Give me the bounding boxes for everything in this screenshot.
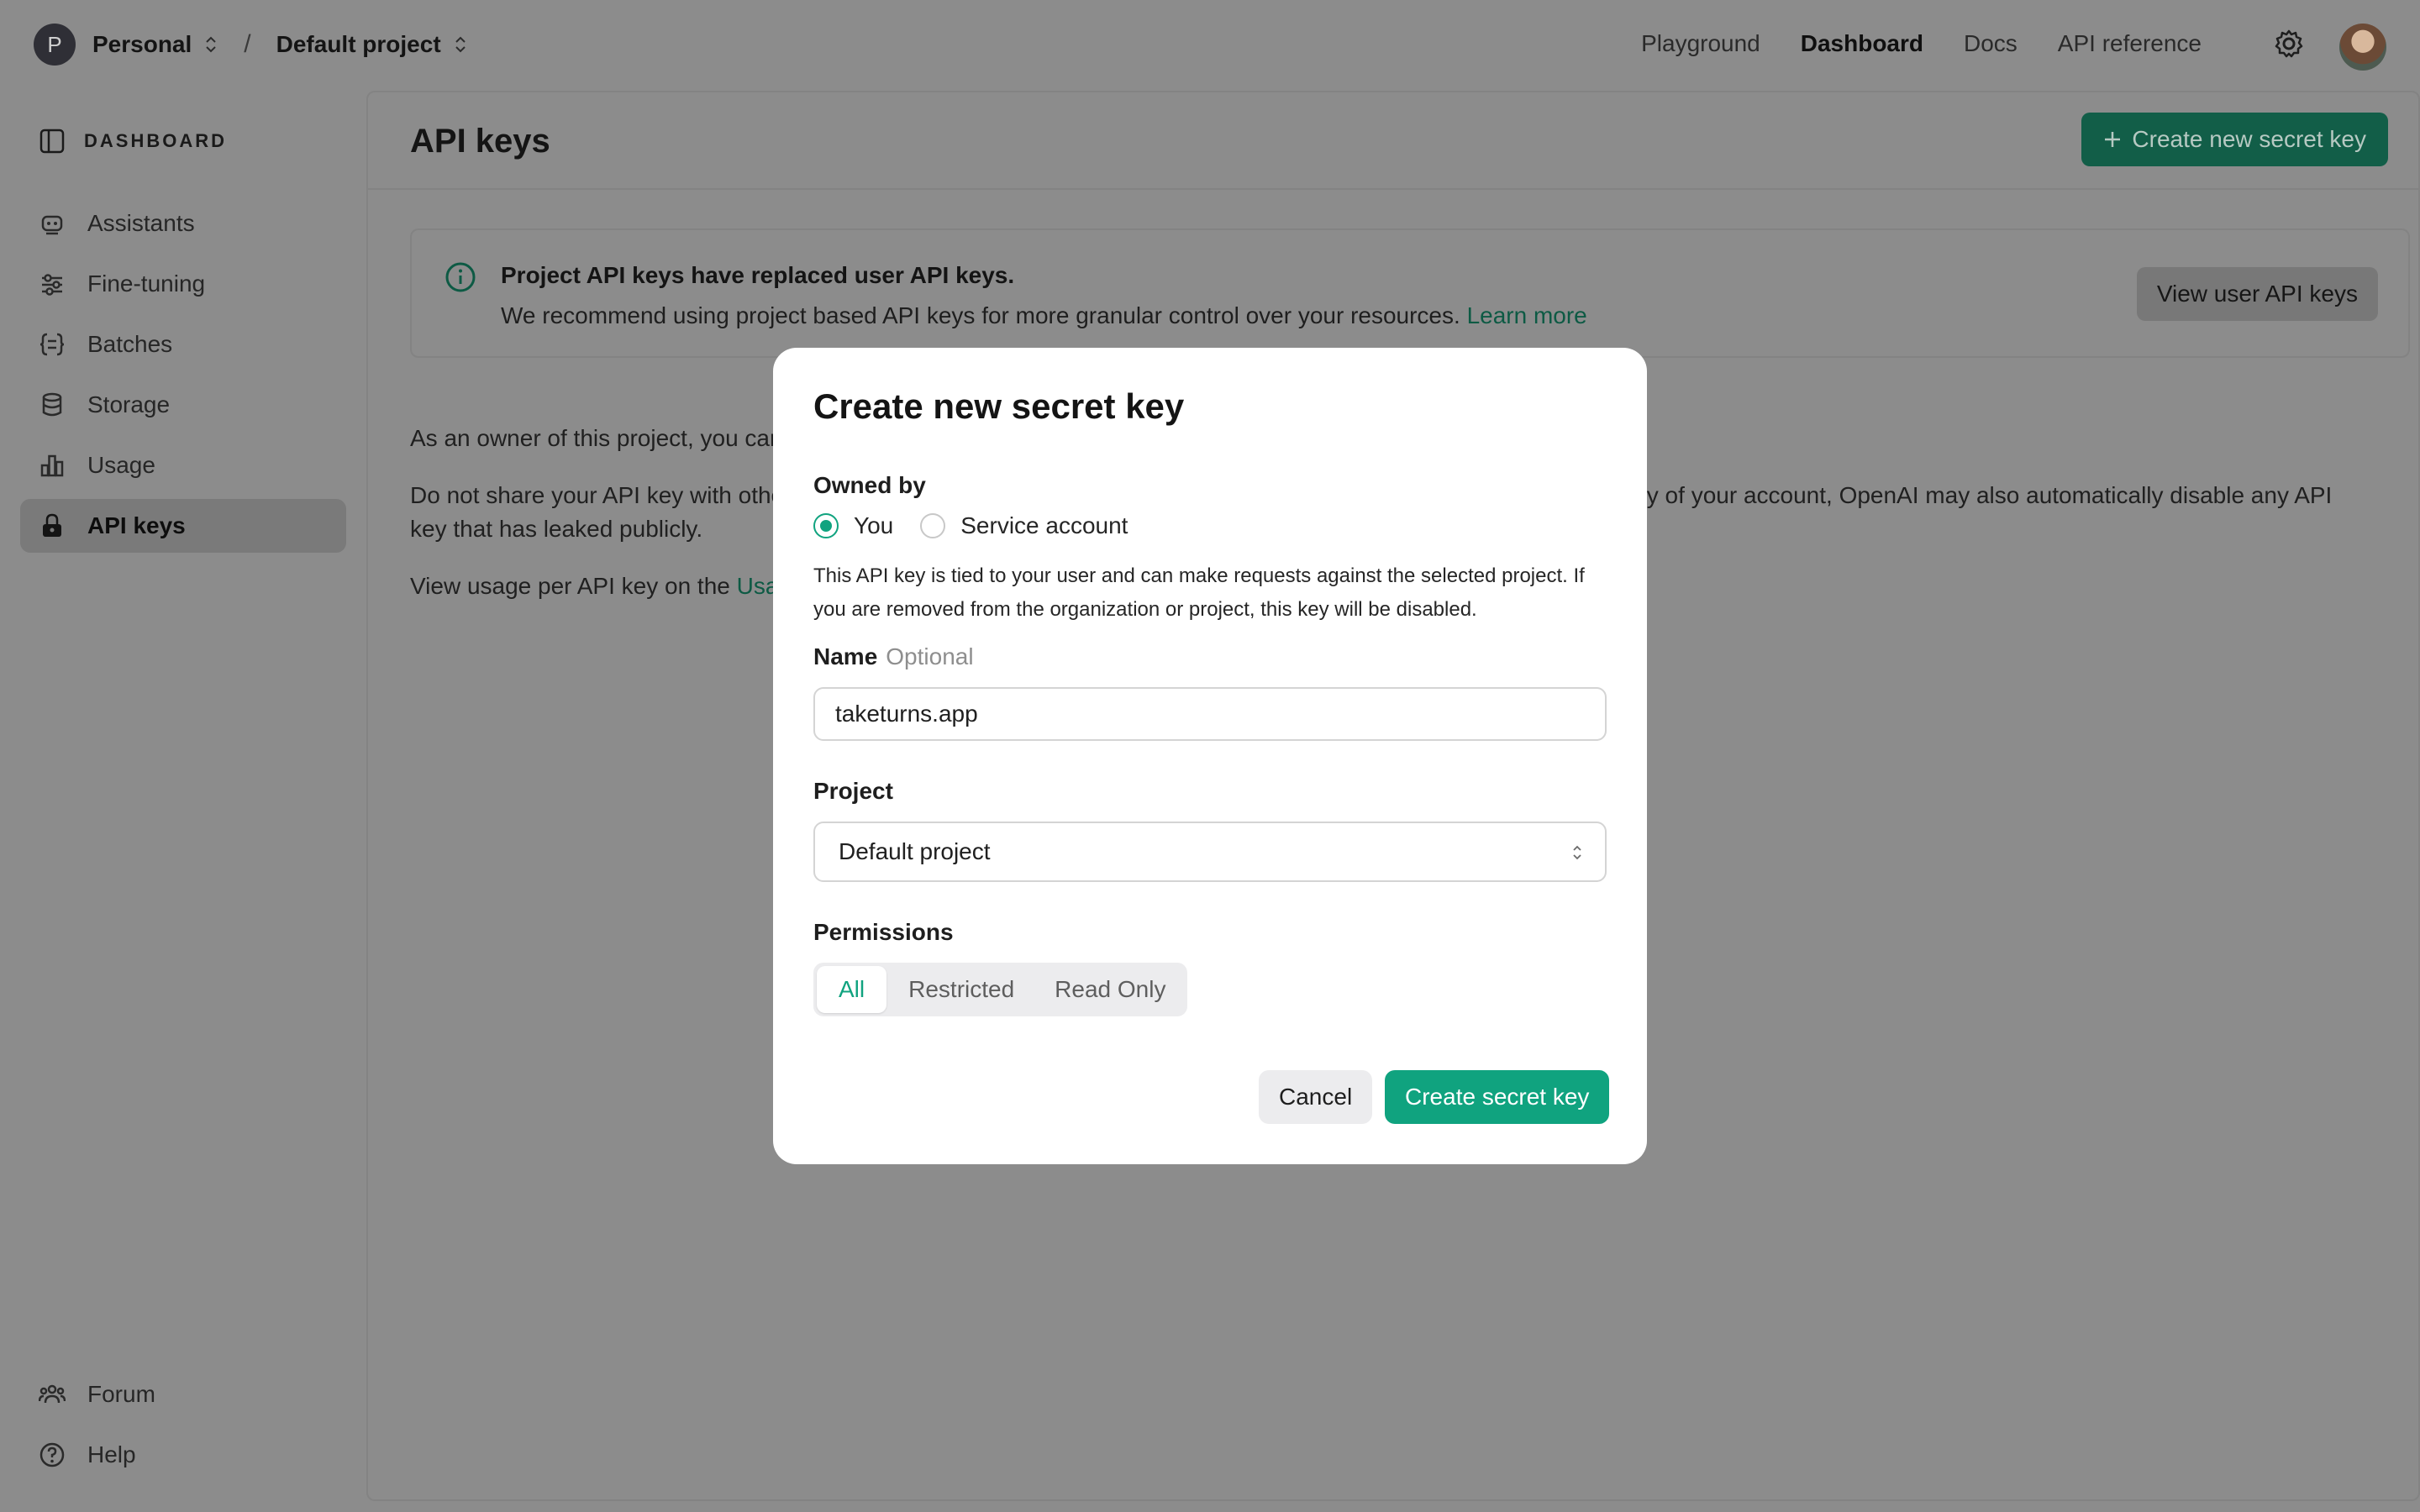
owner-service-account-label[interactable]: Service account [960, 512, 1128, 539]
owner-service-account-radio[interactable] [920, 513, 946, 538]
sidebar-header-label: DASHBOARD [84, 130, 227, 151]
org-switcher[interactable]: Personal [92, 31, 192, 58]
dialog-title: Create new secret key [813, 386, 1185, 426]
project-select-value: Default project [839, 838, 991, 864]
owner-help-text: This API key is tied to your user and ca… [813, 564, 1585, 621]
project-switcher[interactable]: Default project [276, 31, 441, 58]
sidebar-item-api-keys[interactable]: API keys [20, 499, 346, 553]
breadcrumb-separator: / [244, 30, 251, 58]
owner-paragraph: As an owner of this project, you can [410, 425, 783, 451]
create-new-secret-key-label: Create new secret key [2132, 126, 2366, 152]
warning-paragraph-right: ty of your account, OpenAI may also auto… [1640, 482, 2333, 508]
permissions-segmented-control: All Restricted Read Only [813, 963, 1188, 1016]
robot-icon [41, 215, 63, 235]
sidebar-item-label: Usage [87, 452, 155, 478]
project-label: Project [813, 778, 893, 804]
sidebar: DASHBOARD Assistants Fine-tuning Batches… [0, 92, 366, 1512]
notice-heading: Project API keys have replaced user API … [501, 262, 1015, 288]
people-icon [39, 1384, 66, 1404]
create-secret-key-dialog: Create new secret key Owned by You Servi… [773, 348, 1647, 1164]
page-title: API keys [410, 123, 550, 160]
owned-by-label: Owned by [813, 472, 926, 498]
name-label-text: Name [813, 643, 878, 669]
sidebar-item-assistants[interactable]: Assistants [20, 197, 346, 250]
create-secret-key-button[interactable]: Create secret key [1385, 1070, 1610, 1124]
chevron-updown-icon[interactable] [203, 34, 218, 55]
breadcrumb: P Personal / Default project [34, 24, 468, 66]
sidebar-item-label: Help [87, 1441, 136, 1467]
help-icon [39, 1442, 65, 1467]
permissions-label: Permissions [813, 919, 954, 945]
top-nav: Playground Dashboard Docs API reference [1641, 30, 2202, 57]
bar-chart-icon [40, 454, 64, 477]
sidebar-item-label: Assistants [87, 210, 195, 236]
sidebar-item-label: Forum [87, 1381, 155, 1407]
sliders-icon [42, 274, 62, 296]
gear-icon[interactable] [2274, 29, 2304, 59]
sidebar-item-label: Batches [87, 331, 173, 357]
owner-radio-group: You Service account [813, 512, 1155, 539]
nav-playground[interactable]: Playground [1641, 30, 1760, 57]
owner-you-label[interactable]: You [854, 512, 893, 539]
sidebar-item-storage[interactable]: Storage [20, 378, 346, 432]
org-avatar[interactable]: P [34, 24, 76, 66]
top-bar: P Personal / Default project Playground … [0, 0, 2420, 92]
learn-more-link[interactable]: Learn more [1467, 302, 1587, 328]
name-label: Name Optional [813, 643, 974, 670]
sidebar-item-label: Storage [87, 391, 171, 417]
usage-paragraph: View usage per API key on the Usag [410, 570, 792, 603]
plus-icon [2105, 132, 2121, 147]
sidebar-item-label: Fine-tuning [87, 270, 206, 297]
sidebar-toggle-icon[interactable] [39, 128, 66, 155]
braces-icon [39, 333, 65, 356]
sidebar-item-batches[interactable]: Batches [20, 318, 346, 371]
nav-dashboard[interactable]: Dashboard [1801, 30, 1923, 57]
notice-banner: Project API keys have replaced user API … [410, 228, 2410, 358]
warning-paragraph-line2: key that has leaked publicly. [410, 516, 703, 542]
create-new-secret-key-button[interactable]: Create new secret key [2081, 113, 2388, 166]
cancel-button[interactable]: Cancel [1259, 1070, 1373, 1124]
lock-icon [43, 513, 61, 537]
sidebar-item-usage[interactable]: Usage [20, 438, 346, 492]
owner-you-radio[interactable] [813, 513, 839, 538]
sidebar-item-forum[interactable]: Forum [20, 1368, 346, 1421]
chevron-updown-icon[interactable] [453, 34, 468, 55]
notice-body-text: We recommend using project based API key… [501, 302, 1460, 328]
sidebar-item-fine-tuning[interactable]: Fine-tuning [20, 257, 346, 311]
view-user-api-keys-button[interactable]: View user API keys [2136, 267, 2378, 321]
database-icon [42, 392, 62, 417]
permission-restricted-tab[interactable]: Restricted [890, 966, 1033, 1013]
divider [368, 188, 2418, 190]
chevron-updown-icon [1573, 845, 1581, 860]
nav-docs[interactable]: Docs [1964, 30, 2018, 57]
name-optional-hint: Optional [886, 643, 974, 669]
notice-body: We recommend using project based API key… [501, 302, 1587, 329]
key-name-input[interactable]: taketurns.app [813, 687, 1607, 741]
user-avatar[interactable] [2339, 24, 2386, 71]
permission-read-only-tab[interactable]: Read Only [1036, 966, 1184, 1013]
warning-paragraph-left: Do not share your API key with othe [410, 482, 785, 508]
sidebar-item-help[interactable]: Help [20, 1428, 346, 1482]
sidebar-header: DASHBOARD [39, 128, 227, 155]
nav-api-reference[interactable]: API reference [2058, 30, 2202, 57]
usage-paragraph-text: View usage per API key on the [410, 573, 730, 599]
permission-all-tab[interactable]: All [817, 966, 887, 1013]
project-select[interactable]: Default project [813, 822, 1607, 882]
sidebar-item-label: API keys [87, 512, 186, 538]
info-icon [445, 262, 476, 292]
